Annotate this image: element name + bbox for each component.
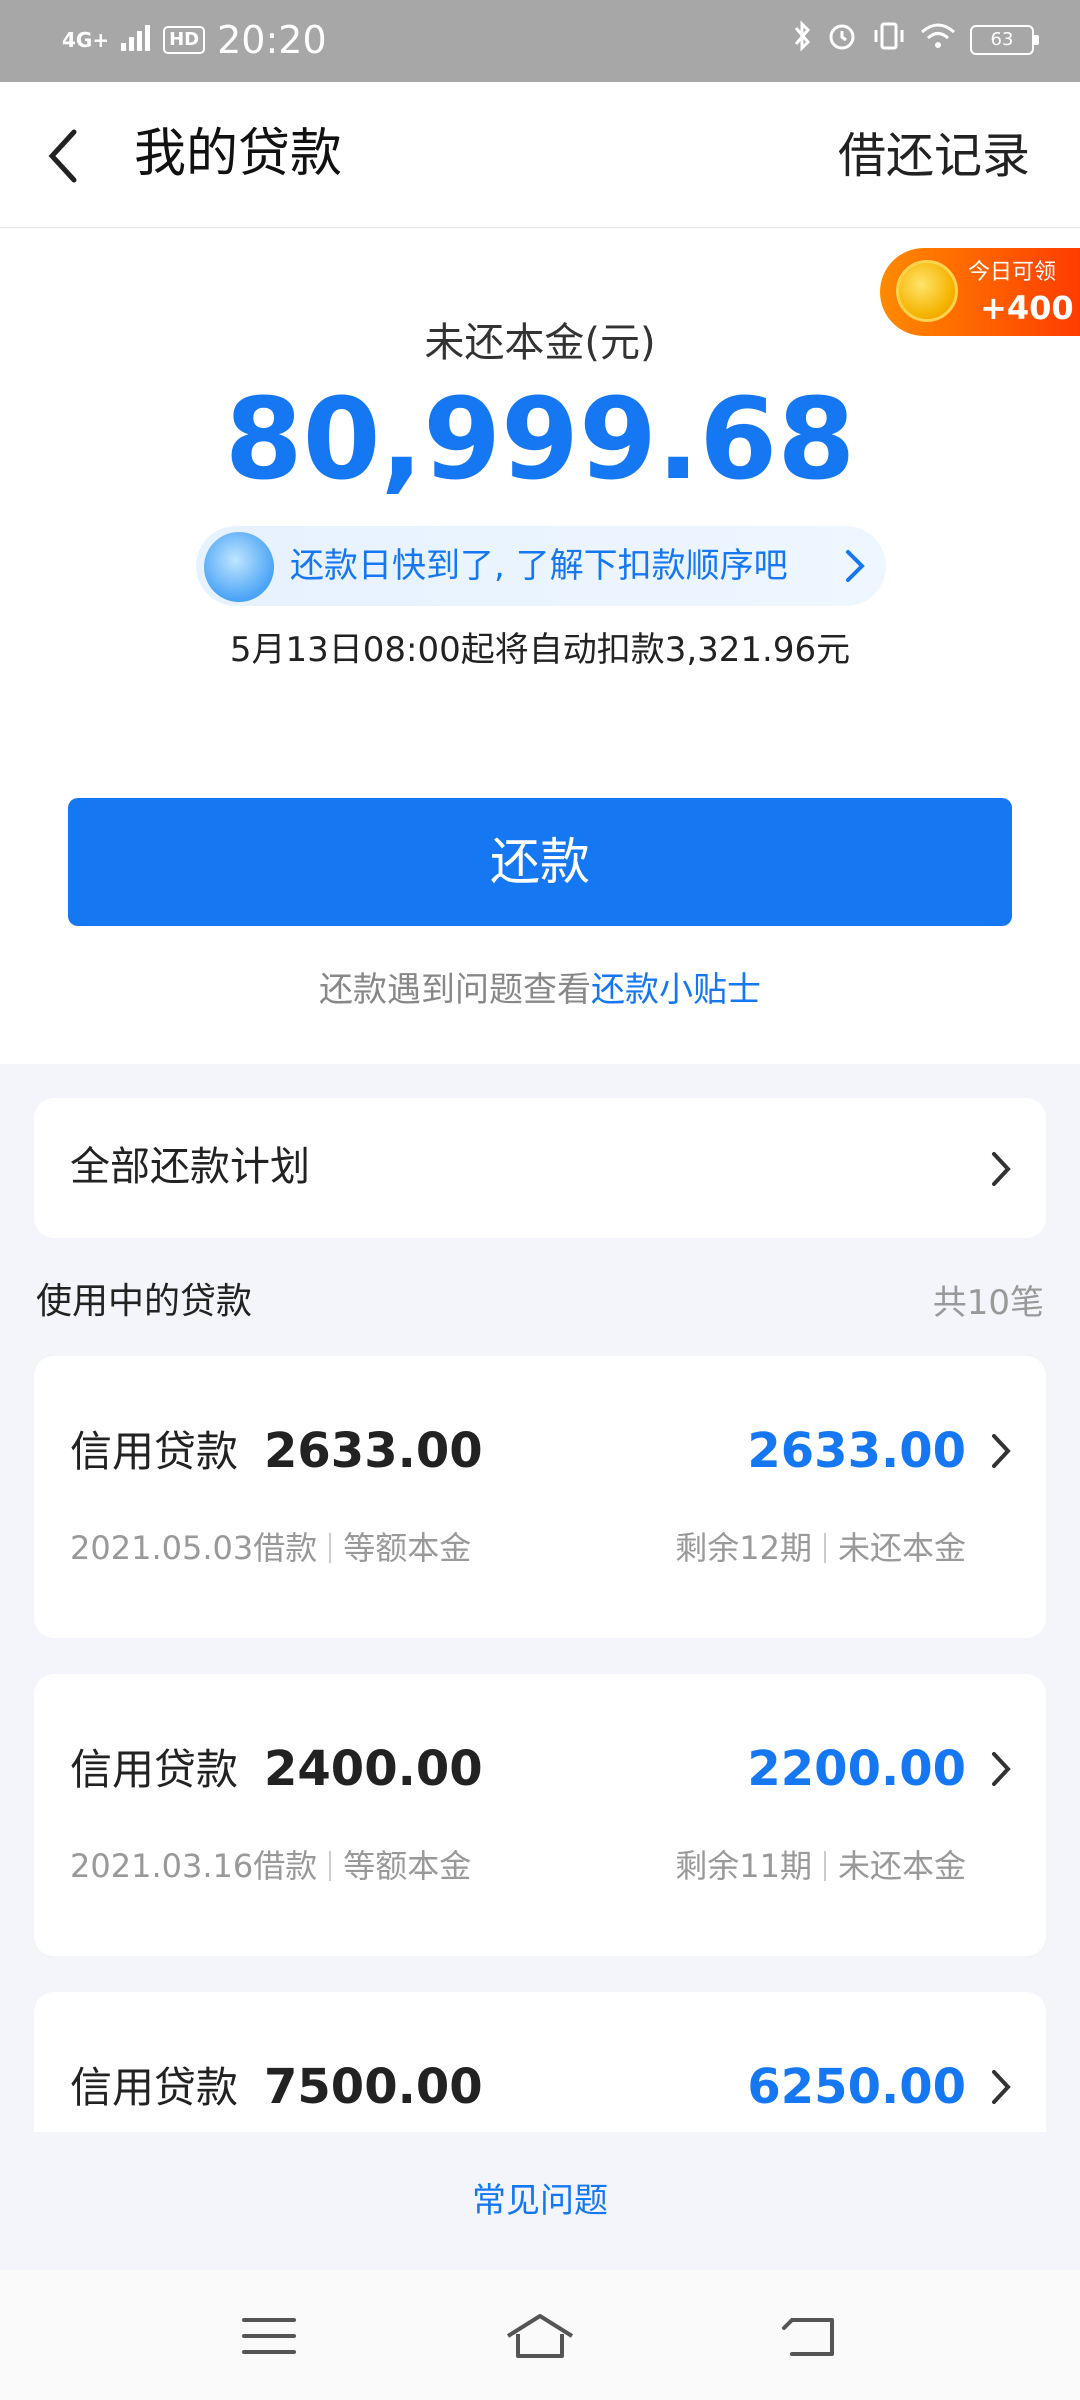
loan-meta: 2021.05.03借款 等额本金	[70, 1526, 471, 1570]
divider	[823, 1851, 826, 1881]
reward-label: 今日可领	[968, 260, 1057, 285]
repayment-order-notice[interactable]: 还款日快到了, 了解下扣款顺序吧	[196, 526, 886, 606]
divider	[329, 1533, 332, 1563]
network-indicator: 4G+	[62, 28, 110, 52]
clock: 20:20	[217, 18, 327, 62]
loan-summary: 今日可领 +400 未还本金(元) 80,999.68 还款日快到了, 了解下扣…	[0, 228, 1080, 1064]
remaining-periods: 剩余11期	[675, 1847, 812, 1885]
principal-label: 未还本金(元)	[424, 320, 656, 366]
remaining-periods: 剩余12期	[675, 1529, 812, 1567]
loan-remaining-principal: 2200.00	[747, 1741, 966, 1797]
notice-text: 还款日快到了, 了解下扣款顺序吧	[290, 546, 788, 586]
principal-amount: 80,999.68	[224, 375, 856, 505]
chevron-right-icon	[992, 1434, 1011, 1468]
loan-card[interactable]: 信用贷款 2633.00 2633.00 2021.05.03借款 等额本金 剩余…	[34, 1356, 1046, 1638]
loan-amount: 2633.00	[264, 1423, 483, 1479]
chevron-right-icon	[846, 550, 865, 582]
back-nav-button[interactable]	[770, 2306, 850, 2366]
chevron-right-icon	[992, 2070, 1011, 2104]
tips-prefix: 还款遇到问题查看	[319, 970, 591, 1010]
mascot-icon	[204, 532, 274, 602]
loan-remaining-principal: 2633.00	[747, 1423, 966, 1479]
divider	[329, 1851, 332, 1881]
vibrate-icon	[872, 20, 906, 60]
repay-button[interactable]: 还款	[68, 798, 1012, 926]
home-icon	[506, 2314, 574, 2358]
menu-button[interactable]	[230, 2306, 310, 2366]
repayment-method: 等额本金	[343, 1847, 472, 1885]
remaining-label: 未还本金	[837, 1529, 966, 1567]
status-bar: 4G+ HD 20:20 63	[0, 0, 1080, 82]
page-title: 我的贷款	[134, 124, 343, 184]
loan-date: 2021.05.03借款	[70, 1529, 318, 1567]
coin-icon	[896, 260, 958, 322]
auto-debit-info: 5月13日08:00起将自动扣款3,321.96元	[229, 630, 851, 670]
loan-type: 信用贷款	[70, 1745, 239, 1794]
chevron-right-icon	[992, 1152, 1011, 1186]
loan-type: 信用贷款	[70, 1427, 239, 1476]
chevron-right-icon	[992, 1752, 1011, 1786]
loan-history-link[interactable]: 借还记录	[838, 126, 1030, 186]
status-right: 63	[792, 20, 1039, 60]
active-loans-title: 使用中的贷款	[36, 1281, 253, 1322]
loan-remaining-principal: 6250.00	[747, 2059, 966, 2115]
system-nav-bar	[0, 2270, 1080, 2400]
repay-tips: 还款遇到问题查看还款小贴士	[0, 966, 1080, 1014]
remaining-label: 未还本金	[837, 1847, 966, 1885]
signal-icon	[121, 25, 151, 55]
active-loans-count: 共10笔	[932, 1283, 1044, 1323]
loan-type: 信用贷款	[70, 2063, 239, 2112]
return-icon	[782, 2318, 834, 2356]
alarm-icon	[826, 20, 858, 60]
loan-meta: 2021.03.16借款 等额本金	[70, 1844, 471, 1888]
status-left: 4G+ HD 20:20	[62, 16, 327, 64]
loan-card[interactable]: 信用贷款 2400.00 2200.00 2021.03.16借款 等额本金 剩余…	[34, 1674, 1046, 1956]
repayment-method: 等额本金	[343, 1529, 472, 1567]
all-repayment-plan-row[interactable]: 全部还款计划	[34, 1098, 1046, 1238]
loan-card[interactable]: 信用贷款 7500.00 6250.00	[34, 1992, 1046, 2132]
hd-badge: HD	[163, 26, 206, 54]
home-button[interactable]	[500, 2306, 580, 2366]
tips-link[interactable]: 还款小贴士	[591, 970, 761, 1010]
loan-meta-right: 剩余11期 未还本金	[675, 1844, 966, 1888]
wifi-icon	[920, 22, 956, 58]
menu-icon	[242, 2318, 296, 2354]
back-button[interactable]	[40, 126, 92, 186]
app-header: 我的贷款 借还记录	[0, 82, 1080, 228]
battery-indicator: 63	[970, 25, 1039, 55]
loan-date: 2021.03.16借款	[70, 1847, 318, 1885]
loan-amount: 2400.00	[264, 1741, 483, 1797]
bluetooth-icon	[792, 20, 812, 60]
loan-amount: 7500.00	[264, 2059, 483, 2115]
faq-link[interactable]: 常见问题	[0, 2176, 1080, 2226]
loan-meta-right: 剩余12期 未还本金	[675, 1526, 966, 1570]
back-arrow-icon	[48, 129, 77, 183]
divider	[823, 1533, 826, 1563]
plan-label: 全部还款计划	[70, 1144, 310, 1190]
